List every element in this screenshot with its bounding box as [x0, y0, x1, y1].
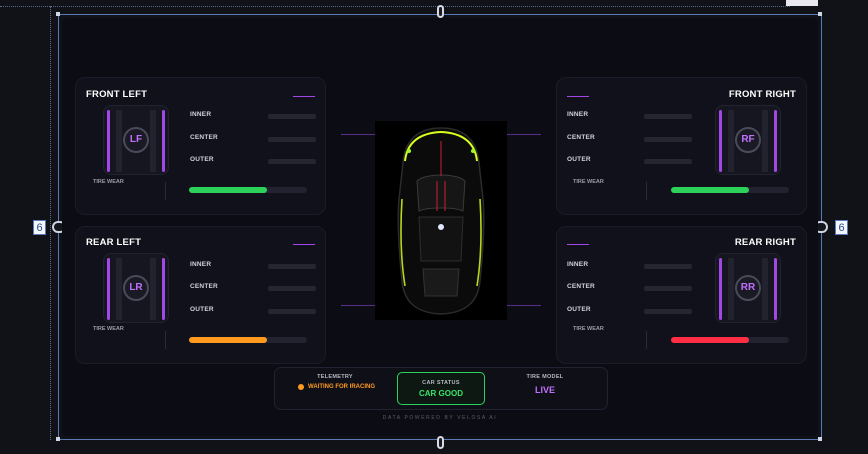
outer-label: OUTER [567, 156, 591, 163]
right-guide-value: 6 [835, 220, 848, 235]
resize-handle-top[interactable] [437, 5, 444, 18]
outer-temp-bar [268, 309, 316, 314]
tire-wear-bar [671, 337, 789, 343]
telemetry-label: TELEMETRY [317, 374, 353, 380]
inner-label: INNER [190, 261, 212, 268]
car-illustration [397, 127, 485, 315]
resize-handle-bottom[interactable] [437, 436, 444, 449]
tire-code-badge: RR [735, 275, 761, 301]
center-temp-bar [644, 286, 692, 291]
tire-card-rear-right: REAR RIGHT INNER CENTER OUTER RR TIRE WE… [556, 226, 807, 364]
footer-credit: DATA POWERED BY VELOSA AI [382, 415, 498, 421]
tire-wear-label: TIRE WEAR [573, 326, 604, 332]
tire-card-title: REAR LEFT [86, 237, 142, 248]
divider [165, 182, 166, 200]
inner-label: INNER [567, 111, 589, 118]
center-temp-bar [644, 137, 692, 142]
outer-temp-bar [644, 159, 692, 164]
tire-card-rear-left: REAR LEFT LR TIRE WEAR INNER CENTER OUTE… [75, 226, 326, 364]
tire-graphic: RR [715, 253, 781, 323]
inner-temp-bar [644, 264, 692, 269]
editor-left-guide [50, 6, 52, 440]
telemetry-status-dot [298, 384, 304, 390]
inner-temp-bar [644, 114, 692, 119]
outer-temp-bar [644, 309, 692, 314]
car-status-label: CAR STATUS [422, 380, 460, 386]
editor-top-guide [0, 0, 790, 7]
status-bar: TELEMETRY WAITING FOR IRACING CAR STATUS… [274, 367, 608, 410]
tire-wear-bar [671, 187, 789, 193]
tire-wear-label: TIRE WEAR [93, 326, 124, 332]
center-label: CENTER [190, 134, 218, 141]
tire-wear-label: TIRE WEAR [93, 179, 124, 185]
tire-wear-fill [189, 187, 267, 193]
inner-label: INNER [567, 261, 589, 268]
tire-card-front-right: FRONT RIGHT INNER CENTER OUTER RF TIRE W… [556, 77, 807, 215]
tire-model-label: TIRE MODEL [526, 374, 564, 380]
editor-top-tab[interactable] [786, 0, 818, 6]
tire-card-title: FRONT LEFT [86, 89, 148, 100]
tire-wear-fill [671, 337, 749, 343]
tire-card-title: REAR RIGHT [734, 237, 796, 248]
tire-wear-fill [189, 337, 267, 343]
divider [646, 331, 647, 349]
connector-rear-left [341, 305, 375, 306]
divider [646, 182, 647, 200]
center-label: CENTER [567, 134, 595, 141]
connector-front-right [507, 134, 541, 135]
tire-wear-bar [189, 337, 307, 343]
outer-temp-bar [268, 159, 316, 164]
tire-graphic: RF [715, 105, 781, 175]
connector-front-left [341, 134, 375, 135]
outer-label: OUTER [190, 156, 214, 163]
accent-line [567, 244, 589, 245]
center-temp-bar [268, 286, 316, 291]
tire-code-badge: LR [123, 275, 149, 301]
accent-line [293, 96, 315, 97]
car-status-value: CAR GOOD [419, 389, 463, 398]
accent-line [567, 96, 589, 97]
tire-model-value: LIVE [534, 385, 555, 395]
accent-line [293, 244, 315, 245]
resize-corner-top-right[interactable] [818, 12, 822, 16]
tire-wear-bar [189, 187, 307, 193]
tire-code-badge: RF [735, 127, 761, 153]
divider [165, 331, 166, 349]
tire-graphic: LR [103, 253, 169, 323]
outer-label: OUTER [190, 306, 214, 313]
left-guide-value: 6 [33, 220, 46, 235]
tire-card-title: FRONT RIGHT [728, 89, 796, 100]
resize-corner-top-left[interactable] [56, 12, 60, 16]
inner-temp-bar [268, 114, 316, 119]
tire-code-badge: LF [123, 127, 149, 153]
tire-card-front-left: FRONT LEFT LF TIRE WEAR INNER CENTER OUT… [75, 77, 326, 215]
connector-rear-right [507, 305, 541, 306]
car-top-view [375, 121, 507, 320]
resize-corner-bottom-left[interactable] [56, 437, 60, 441]
center-label: CENTER [190, 283, 218, 290]
car-status-box: CAR STATUS CAR GOOD [397, 372, 485, 405]
inner-label: INNER [190, 111, 212, 118]
outer-label: OUTER [567, 306, 591, 313]
center-temp-bar [268, 137, 316, 142]
center-label: CENTER [567, 283, 595, 290]
resize-corner-bottom-right[interactable] [818, 437, 822, 441]
inner-temp-bar [268, 264, 316, 269]
telemetry-value: WAITING FOR IRACING [308, 384, 375, 390]
tire-graphic: LF [103, 105, 169, 175]
tire-wear-label: TIRE WEAR [573, 179, 604, 185]
tire-wear-fill [671, 187, 749, 193]
